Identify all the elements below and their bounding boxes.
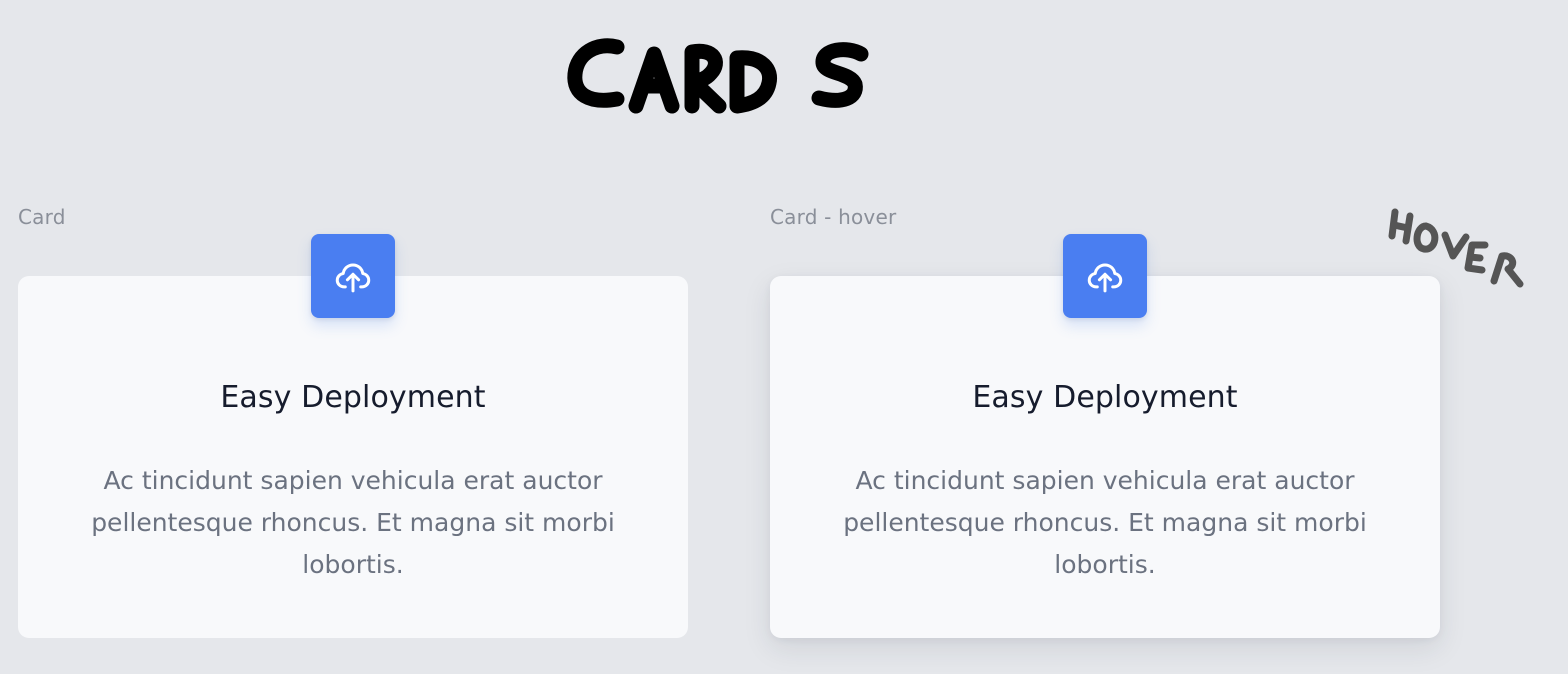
card-description: Ac tincidunt sapien vehicula erat auctor… bbox=[91, 466, 615, 579]
page-title-lettering bbox=[567, 38, 869, 114]
card-variant-label-default: Card bbox=[18, 205, 66, 229]
card-title: Easy Deployment bbox=[972, 380, 1238, 415]
icon-badge bbox=[1063, 234, 1147, 318]
icon-badge bbox=[311, 234, 395, 318]
page-title: Cards bbox=[560, 26, 880, 126]
card-title: Easy Deployment bbox=[220, 380, 486, 415]
feature-card-hover[interactable]: Easy Deployment Ac tincidunt sapien vehi… bbox=[770, 234, 1440, 638]
card-variant-label-hover: Card - hover bbox=[770, 205, 897, 229]
card-description: Ac tincidunt sapien vehicula erat auctor… bbox=[843, 466, 1367, 579]
cloud-upload-icon bbox=[1087, 263, 1123, 293]
cloud-upload-icon bbox=[335, 263, 371, 293]
feature-card: Easy Deployment Ac tincidunt sapien vehi… bbox=[18, 234, 688, 638]
